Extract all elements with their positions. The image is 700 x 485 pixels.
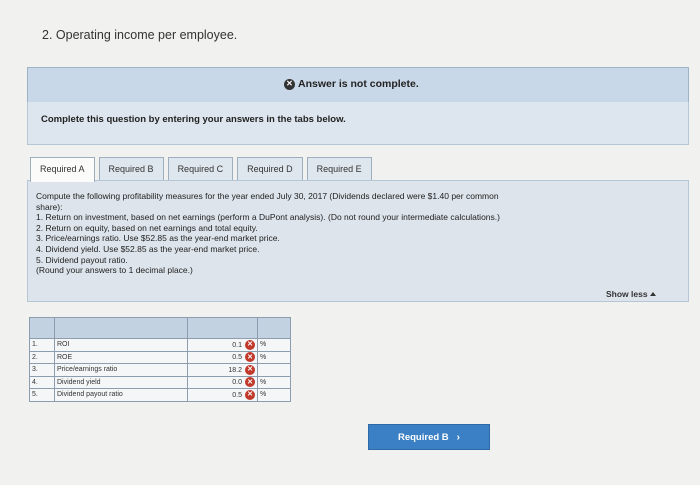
row-label: Dividend yield	[54, 375, 188, 389]
incorrect-icon: ✕	[245, 377, 255, 388]
tab-required-a[interactable]: Required A	[30, 157, 95, 182]
answer-input[interactable]: 18.2 ✕	[187, 363, 258, 377]
chevron-right-icon: ›	[456, 431, 461, 443]
answer-value: 0.0	[232, 379, 242, 387]
row-number: 3.	[29, 363, 55, 377]
problem-line: 2. Return on equity, based on net earnin…	[36, 222, 258, 233]
row-unit: %	[257, 350, 291, 364]
row-label: ROI	[54, 338, 188, 352]
table-row: 2. ROE 0.5 ✕ %	[29, 350, 291, 364]
answers-table: 1. ROI 0.1 ✕ % 2. ROE 0.5 ✕ % 3. Price/ear…	[29, 317, 291, 402]
table-row: 5. Dividend payout ratio 0.5 ✕ %	[29, 388, 291, 402]
answer-value: 0.5	[232, 391, 242, 399]
tab-required-e[interactable]: Required E	[306, 157, 372, 180]
answer-input[interactable]: 0.0 ✕	[187, 375, 258, 389]
row-number: 4.	[29, 375, 55, 389]
caret-up-icon	[649, 292, 656, 296]
table-row: 4. Dividend yield 0.0 ✕ %	[29, 375, 291, 389]
next-button-label: Required B	[397, 431, 449, 443]
answer-value: 0.1	[232, 341, 242, 349]
table-row: 1. ROI 0.1 ✕ %	[29, 338, 291, 352]
problem-line: 4. Dividend yield. Use $52.85 as the yea…	[36, 243, 260, 254]
close-circle-icon: ✕	[284, 78, 295, 90]
problem-text: Compute the following profitability meas…	[36, 191, 676, 276]
row-number: 2.	[29, 350, 55, 364]
row-label: Price/earnings ratio	[54, 363, 188, 377]
instruction-box: Complete this question by entering your …	[27, 102, 689, 145]
row-unit: %	[257, 338, 291, 352]
problem-line: share):	[36, 201, 63, 212]
answer-input[interactable]: 0.1 ✕	[187, 338, 258, 352]
incorrect-icon: ✕	[245, 389, 255, 400]
problem-line: 1. Return on investment, based on net ea…	[36, 212, 500, 223]
row-number: 1.	[29, 338, 55, 352]
row-unit: %	[257, 375, 291, 389]
row-label: Dividend payout ratio	[54, 388, 188, 402]
question-title: 2. Operating income per employee.	[42, 28, 238, 42]
show-less-link[interactable]: Show less	[606, 289, 656, 299]
row-number: 5.	[29, 388, 55, 402]
problem-panel: Compute the following profitability meas…	[27, 180, 689, 302]
answer-value: 18.2	[228, 366, 242, 374]
tab-required-b[interactable]: Required B	[98, 157, 164, 180]
answer-input[interactable]: 0.5 ✕	[187, 350, 258, 364]
answer-status: ✕ Answer is not complete.	[284, 78, 419, 90]
next-required-button[interactable]: Required B ›	[368, 424, 490, 450]
problem-line: (Round your answers to 1 decimal place.)	[36, 265, 193, 276]
table-header-row	[29, 317, 291, 339]
problem-line: 5. Dividend payout ratio.	[36, 254, 128, 265]
answer-status-banner: ✕ Answer is not complete.	[27, 67, 689, 103]
row-unit: %	[257, 388, 291, 402]
tab-required-c[interactable]: Required C	[167, 157, 234, 180]
instruction-text: Complete this question by entering your …	[41, 114, 346, 125]
tab-required-d[interactable]: Required D	[237, 157, 303, 180]
answer-input[interactable]: 0.5 ✕	[187, 388, 258, 402]
tab-bar: Required A Required B Required C Require…	[30, 157, 376, 182]
show-less-label: Show less	[606, 289, 648, 299]
answer-value: 0.5	[232, 354, 242, 362]
row-label: ROE	[54, 350, 188, 364]
table-row: 3. Price/earnings ratio 18.2 ✕	[29, 363, 291, 377]
problem-line: 3. Price/earnings ratio. Use $52.85 as t…	[36, 233, 280, 244]
incorrect-icon: ✕	[245, 364, 255, 375]
problem-line: Compute the following profitability meas…	[36, 191, 499, 201]
incorrect-icon: ✕	[245, 352, 255, 363]
answer-status-text: Answer is not complete.	[298, 78, 419, 90]
incorrect-icon: ✕	[245, 339, 255, 350]
row-unit	[257, 363, 291, 377]
